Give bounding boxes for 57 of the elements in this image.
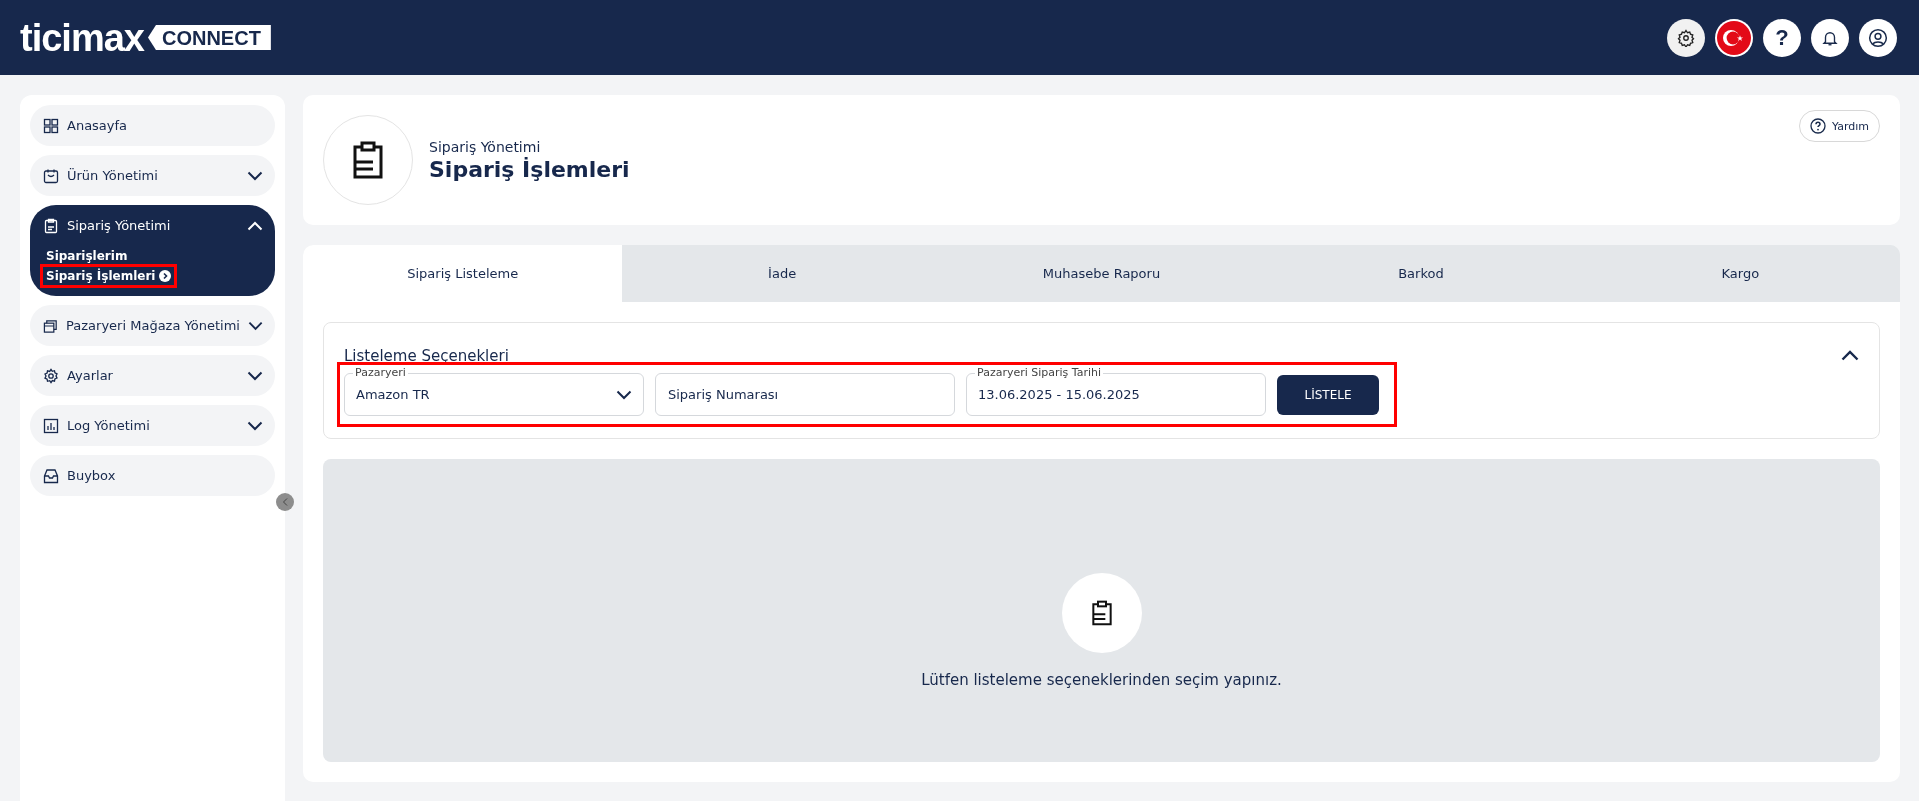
menu-item-label: Anasayfa (67, 118, 129, 133)
settings-icon (1677, 28, 1695, 47)
submenu-label: Sipariş İşlemleri (46, 269, 156, 283)
settings-button[interactable] (1667, 18, 1705, 57)
empty-state-message: Lütfen listeleme seçeneklerinden seçim yapınız. (921, 670, 1282, 689)
help-button[interactable]: Yardım (1798, 110, 1880, 142)
menu-item-label: Pazaryeri Mağaza Yönetimi (66, 318, 240, 333)
user-icon (1868, 27, 1888, 48)
menu-item-icon (43, 117, 59, 134)
menu-item-icon (43, 467, 59, 484)
help-button[interactable]: ? (1763, 18, 1801, 57)
menu-item-icon (43, 417, 59, 434)
clipboard-icon (353, 141, 383, 179)
list-button[interactable]: LİSTELE (1277, 374, 1379, 415)
menu-item-label: Sipariş Yönetimi (67, 218, 172, 233)
menu-item-icon (43, 367, 59, 384)
collapse-sidebar-button[interactable] (276, 493, 294, 511)
select-value: Amazon TR (356, 387, 430, 402)
notifications-button[interactable] (1811, 18, 1849, 57)
logo-text: ticimax (20, 18, 144, 57)
sidebar-item[interactable]: Ürün Yönetimi (30, 155, 275, 196)
order-number-field[interactable]: Sipariş Numarası (655, 373, 955, 416)
page-title: Sipariş İşlemleri (429, 156, 630, 182)
logo-badge: CONNECT (147, 25, 271, 50)
clipboard-icon (1091, 599, 1112, 626)
menu-item-icon (43, 167, 59, 184)
sidebar-item[interactable]: Sipariş Yönetimi Siparişlerim Sipariş İşlemleri (30, 205, 275, 296)
chevron-circle-icon (159, 270, 172, 282)
field-label: Pazaryeri Sipariş Tarihi (975, 366, 1104, 380)
menu-item-label: Ayarlar (67, 368, 114, 383)
question-circle-icon (1809, 118, 1826, 134)
sidebar-item[interactable]: Log Yönetimi (30, 405, 275, 446)
field-label: Pazaryeri (353, 366, 408, 380)
sidebar-item[interactable]: Pazaryeri Mağaza Yönetimi (30, 305, 275, 346)
menu-item-label: Log Yönetimi (67, 418, 151, 433)
menu-item-icon (43, 217, 59, 234)
logo[interactable]: ticimax CONNECT (20, 18, 271, 57)
sidebar-item[interactable]: Ayarlar (30, 355, 275, 396)
chevron-icon (1841, 349, 1859, 361)
menu-item-label: Ürün Yönetimi (67, 168, 159, 183)
date-range-value: 13.06.2025 - 15.06.2025 (978, 387, 1140, 402)
turkish-flag-icon (1717, 20, 1751, 55)
date-range-field[interactable]: Pazaryeri Sipariş Tarihi 13.06.2025 - 15.06.2025 (966, 365, 1266, 416)
sidebar-item[interactable]: Buybox (30, 455, 275, 496)
tab[interactable]: Sipariş Listeleme (303, 245, 623, 302)
chevron-icon (616, 389, 632, 400)
breadcrumb: Sipariş Yönetimi (429, 138, 542, 155)
filter-panel-title: Listeleme Seçenekleri (344, 347, 509, 365)
profile-button[interactable] (1859, 18, 1897, 57)
sidebar-item[interactable]: Anasayfa (30, 105, 275, 146)
language-button[interactable] (1715, 18, 1753, 57)
menu-item-icon (43, 317, 59, 334)
marketplace-select[interactable]: Pazaryeri Amazon TR (344, 365, 644, 416)
submenu-item[interactable]: Siparişlerim (44, 248, 130, 264)
chevron-left-icon (282, 498, 288, 506)
submenu-item[interactable]: Sipariş İşlemleri (44, 268, 174, 284)
menu-item-label: Buybox (67, 468, 117, 483)
